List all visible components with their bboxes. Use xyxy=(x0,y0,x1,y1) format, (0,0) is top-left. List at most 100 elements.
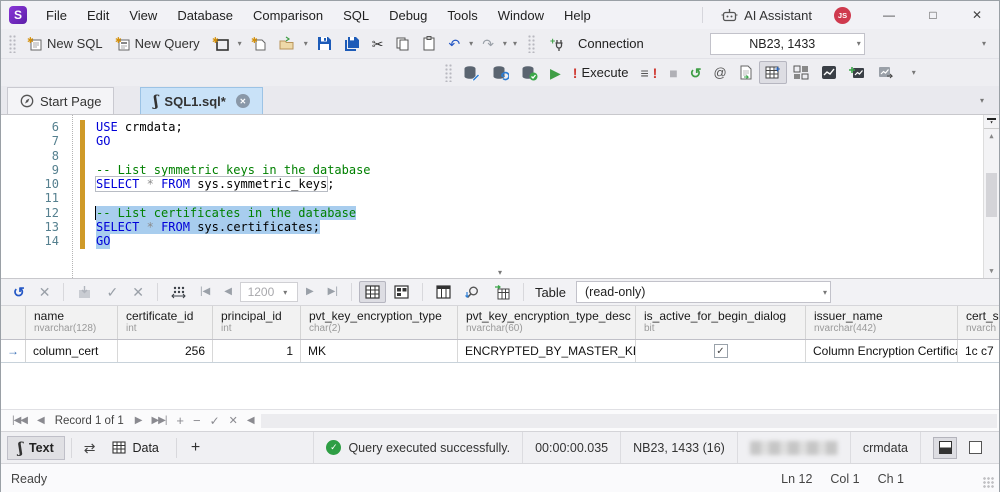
grid-discard-button[interactable]: ✕ xyxy=(126,281,150,303)
page-prev-button[interactable]: ◀ xyxy=(218,281,238,303)
record-add-button[interactable]: + xyxy=(171,413,188,428)
new-sql-button[interactable]: ✱ New SQL xyxy=(21,32,109,56)
menu-item-help[interactable]: Help xyxy=(555,4,600,27)
grid-column-header-certificate_id[interactable]: certificate_id int xyxy=(118,306,213,339)
editor-line-14[interactable]: 14 GO xyxy=(1,234,983,249)
add-chart-button[interactable] xyxy=(843,61,871,84)
table-combobox[interactable]: (read-only) ▾ xyxy=(576,281,832,303)
editor-line-7[interactable]: 7 GO xyxy=(1,134,983,148)
toolbar1-overflow-dropdown[interactable]: ▾ xyxy=(979,39,989,48)
grid-cell-is_active_for_begin_dialog[interactable]: ✓ xyxy=(636,340,806,362)
menu-item-sql[interactable]: SQL xyxy=(334,4,378,27)
hscroll-left-icon[interactable]: ◀ xyxy=(242,415,259,426)
results-to-grid-button[interactable]: + xyxy=(758,61,787,84)
open-file-button[interactable] xyxy=(272,32,301,55)
export-chart-button[interactable] xyxy=(871,61,899,84)
editor-vertical-scrollbar[interactable]: ▾ ▲ ▼ xyxy=(983,115,999,278)
grid-column-header-is_active_for_begin_dialog[interactable]: is_active_for_begin_dialog bit xyxy=(636,306,806,339)
grid-cell-name[interactable]: column_cert xyxy=(26,340,118,362)
tab-text[interactable]: ʃ Text xyxy=(7,435,65,460)
close-button[interactable]: ✕ xyxy=(955,1,999,29)
undo-dropdown[interactable]: ▾ xyxy=(466,39,476,48)
record-prev-button[interactable]: ◀ xyxy=(32,415,49,426)
grid-cell-principal_id[interactable]: 1 xyxy=(213,340,301,362)
editor-line-8[interactable]: 8 xyxy=(1,149,983,163)
redo-button[interactable]: ↷ xyxy=(476,33,500,55)
maximize-button[interactable]: □ xyxy=(911,1,955,29)
copy-button[interactable] xyxy=(389,32,416,55)
card-view-button[interactable] xyxy=(388,281,415,303)
record-first-button[interactable]: |◀◀ xyxy=(7,415,32,426)
grid-apply-button[interactable]: ✓ xyxy=(100,281,124,303)
minimize-button[interactable]: — xyxy=(867,1,911,29)
new-document-dropdown[interactable]: ▾ xyxy=(235,39,245,48)
toolbar-grip-2[interactable] xyxy=(527,34,536,53)
user-avatar-badge[interactable]: JS xyxy=(834,6,851,24)
column-view-button[interactable] xyxy=(430,281,457,303)
grid-search-button[interactable] xyxy=(459,281,486,304)
menu-item-file[interactable]: File xyxy=(37,4,76,27)
validate-database-button[interactable] xyxy=(515,61,544,85)
record-last-button[interactable]: ▶▶| xyxy=(146,415,171,426)
export-grid-button[interactable] xyxy=(488,281,516,304)
tab-start-page[interactable]: Start Page xyxy=(7,87,115,114)
fit-columns-button[interactable] xyxy=(165,281,192,303)
grid-column-header-pvt_key_encryption_type_desc[interactable]: pvt_key_encryption_type_desc nvarchar(60) xyxy=(458,306,636,339)
editor-line-9[interactable]: 9 -- List symmetric keys in the database xyxy=(1,163,983,177)
scroll-down-icon[interactable]: ▼ xyxy=(984,264,999,278)
sql-editor[interactable]: 6 USE crmdata; 7 GO 8 9 -- List symmetric keys… xyxy=(1,114,999,278)
script-document-button[interactable] xyxy=(733,61,759,84)
grid-cell-cert_s[interactable]: 1c c7 xyxy=(958,340,1000,362)
grid-column-header-cert_s[interactable]: cert_s nvarch xyxy=(958,306,1000,339)
single-panel-button[interactable] xyxy=(963,437,987,459)
grid-column-header-issuer_name[interactable]: issuer_name nvarchar(442) xyxy=(806,306,958,339)
grid-column-header-principal_id[interactable]: principal_id int xyxy=(213,306,301,339)
tab-close-icon[interactable]: ✕ xyxy=(235,94,250,108)
save-all-button[interactable] xyxy=(338,32,366,56)
tabstrip-dropdown[interactable]: ▾ xyxy=(977,96,987,105)
swap-panels-button[interactable]: ⇄ xyxy=(78,441,102,455)
record-next-button[interactable]: ▶ xyxy=(130,415,147,426)
menu-item-tools[interactable]: Tools xyxy=(438,4,486,27)
tab-data[interactable]: Data xyxy=(101,436,169,460)
paste-button[interactable] xyxy=(416,32,442,55)
menu-item-view[interactable]: View xyxy=(120,4,166,27)
page-next-button[interactable]: ▶ xyxy=(300,281,320,303)
stop-button[interactable]: ■ xyxy=(663,62,683,84)
redo-dropdown[interactable]: ▾ xyxy=(500,39,510,48)
editor-line-13[interactable]: 13 SELECT * FROM sys.certificates; xyxy=(1,220,983,235)
resize-grip[interactable] xyxy=(983,477,994,488)
checkbox-checked[interactable]: ✓ xyxy=(713,344,728,358)
menu-item-comparison[interactable]: Comparison xyxy=(244,4,332,27)
grid-column-header-name[interactable]: name nvarchar(128) xyxy=(26,306,118,339)
splitter-handle[interactable]: ▾ xyxy=(984,115,999,129)
page-first-button[interactable]: |◀ xyxy=(194,281,216,303)
refresh-database-button[interactable] xyxy=(486,61,515,85)
edit-database-button[interactable] xyxy=(457,61,486,85)
toolbar-grip[interactable] xyxy=(9,34,17,53)
extra-dropdown[interactable]: ▾ xyxy=(510,39,520,48)
grid-cell-pvt_key_encryption_type_desc[interactable]: ENCRYPTED_BY_MASTER_KEY xyxy=(458,340,636,362)
scrollbar-thumb[interactable] xyxy=(986,173,997,217)
editor-line-12[interactable]: 12 -- List certificates in the database xyxy=(1,205,983,221)
run-button[interactable]: ▶ xyxy=(544,62,567,84)
tab-sql1[interactable]: ʃ SQL1.sql* ✕ xyxy=(140,87,263,114)
layout-blocks-button[interactable] xyxy=(787,61,815,84)
new-document-button[interactable]: ✱ xyxy=(206,32,235,56)
split-horizontal-button[interactable] xyxy=(933,436,957,459)
horizontal-scrollbar[interactable] xyxy=(260,413,997,428)
toolbar2-overflow-dropdown[interactable]: ▾ xyxy=(909,68,919,77)
menu-item-debug[interactable]: Debug xyxy=(380,4,436,27)
menu-item-database[interactable]: Database xyxy=(168,4,242,27)
results-collapse-icon[interactable]: ▾ xyxy=(498,268,502,277)
execute-statement-button[interactable]: ≡! xyxy=(634,62,663,84)
menu-item-edit[interactable]: Edit xyxy=(78,4,118,27)
new-connection-button[interactable]: + xyxy=(544,32,572,56)
editor-line-6[interactable]: 6 USE crmdata; xyxy=(1,120,983,134)
scroll-up-icon[interactable]: ▲ xyxy=(984,129,999,143)
record-delete-button[interactable]: − xyxy=(188,413,205,428)
exec-toolbar-grip[interactable] xyxy=(445,63,453,82)
email-results-button[interactable]: @ xyxy=(707,62,732,84)
ai-assistant-button[interactable]: AI Assistant xyxy=(713,1,820,29)
grid-data-row[interactable]: → column_cert 256 1 MK ENCRYPTED_BY_MASTER_KE… xyxy=(1,340,999,363)
